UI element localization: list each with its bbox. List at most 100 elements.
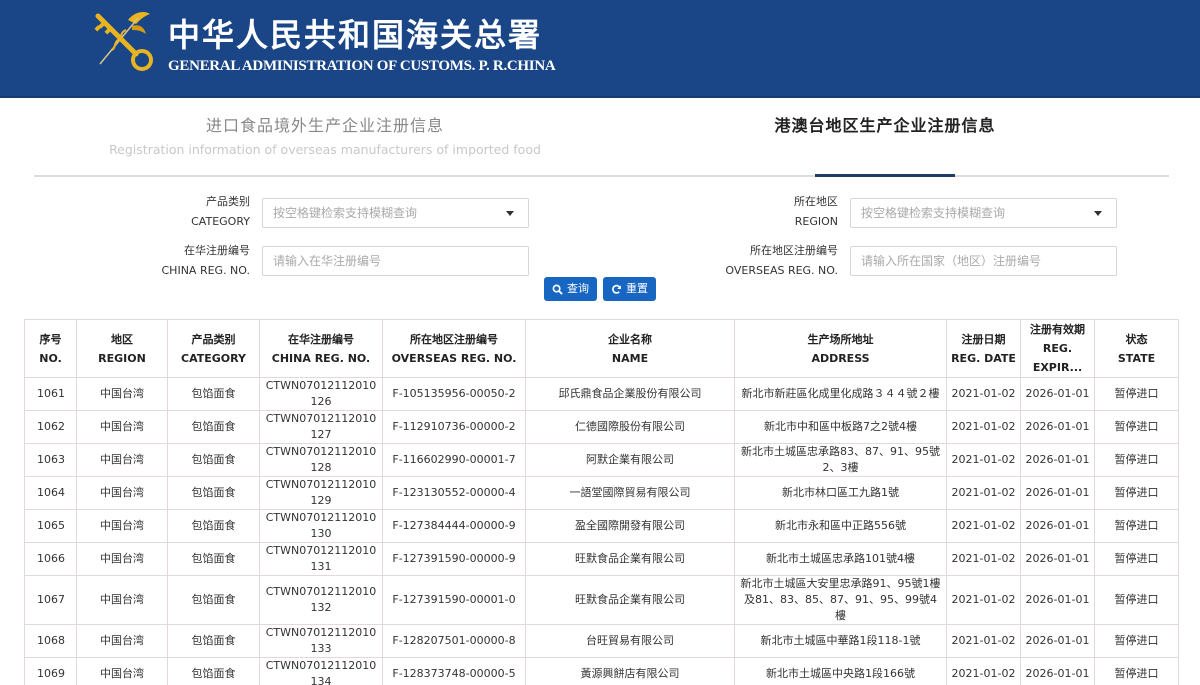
region-label: 所在地区 REGION [710,192,838,232]
cell-address: 新北市土城區忠承路83、87、91、95號2、3樓 [734,443,947,477]
cell-china-reg-no: CTWN07012112010132 [259,575,383,625]
col-address-header[interactable]: 生产场所地址 ADDRESS [734,319,947,378]
cell-address: 新北市土城區中華路1段118-1號 [734,624,947,658]
overseas-reg-no-label-cn: 所在地区注册编号 [750,244,838,257]
category-label-en: CATEGORY [191,215,250,228]
customs-key-emblem-icon [94,12,153,71]
table-row[interactable]: 1061 中国台湾 包馅面食 CTWN07012112010126 F-10513595… [24,377,1179,411]
cell-region: 中国台湾 [76,657,168,685]
table-body: 1061 中国台湾 包馅面食 CTWN07012112010126 F-10513595… [24,377,1179,685]
cell-region: 中国台湾 [76,624,168,658]
table-row[interactable]: 1066 中国台湾 包馅面食 CTWN07012112010131 F-12739159… [24,542,1179,576]
table-row[interactable]: 1069 中国台湾 包馅面食 CTWN07012112010134 F-12837374… [24,657,1179,685]
overseas-reg-no-label-en: OVERSEAS REG. NO. [725,264,838,277]
cell-region: 中国台湾 [76,542,168,576]
col-overseas-reg-no-header[interactable]: 所在地区注册编号 OVERSEAS REG. NO. [382,319,526,378]
cell-reg-expiry: 2026-01-01 [1020,657,1095,685]
tab-divider [34,175,1169,177]
region-label-en: REGION [794,215,838,228]
header-label-cn: 注册有效期 [1030,323,1085,336]
reset-button[interactable]: 重置 [603,277,656,301]
header-label-cn: 生产场所地址 [807,332,874,346]
table-row[interactable]: 1062 中国台湾 包馅面食 CTWN07012112010127 F-11291073… [24,410,1179,444]
cell-china-reg-no: CTWN07012112010126 [259,377,383,411]
header-label-cn: 所在地区注册编号 [410,332,498,346]
cell-state: 暂停进口 [1094,410,1179,444]
cell-company-name: 旺默食品企業有限公司 [525,575,735,625]
cell-state: 暂停进口 [1094,575,1179,625]
region-select[interactable]: 按空格键检索支持模糊查询 [850,198,1117,228]
col-china-reg-no-header[interactable]: 在华注册编号 CHINA REG. NO. [259,319,383,378]
table-row[interactable]: 1064 中国台湾 包馅面食 CTWN07012112010129 F-12313055… [24,476,1179,510]
header-label-cn: 企业名称 [608,332,652,346]
header-label-cn: 产品类别 [191,332,236,346]
cell-no: 1068 [24,624,77,658]
category-select[interactable]: 按空格键检索支持模糊查询 [262,198,529,228]
cell-china-reg-no: CTWN07012112010128 [259,443,383,477]
cell-reg-expiry: 2026-01-01 [1020,542,1095,576]
cell-china-reg-no: CTWN07012112010129 [259,476,383,510]
col-no-header[interactable]: 序号 NO. [24,319,77,378]
cell-overseas-reg-no: F-123130552-00000-4 [382,476,526,510]
cell-company-name: 台旺貿易有限公司 [525,624,735,658]
cell-reg-date: 2021-01-02 [946,624,1021,658]
cell-no: 1065 [24,509,77,543]
chevron-down-icon[interactable] [1094,211,1102,216]
cell-overseas-reg-no: F-112910736-00000-2 [382,410,526,444]
cell-reg-date: 2021-01-02 [946,542,1021,576]
header-label-cn: 注册日期 [961,332,1006,346]
table-row[interactable]: 1063 中国台湾 包馅面食 CTWN07012112010128 F-11660299… [24,443,1179,477]
cell-china-reg-no: CTWN07012112010133 [259,624,383,658]
col-category-header[interactable]: 产品类别 CATEGORY [167,319,260,378]
table-row[interactable]: 1065 中国台湾 包馅面食 CTWN07012112010130 F-12738444… [24,509,1179,543]
table-row[interactable]: 1068 中国台湾 包馅面食 CTWN07012112010133 F-12820750… [24,624,1179,658]
cell-reg-expiry: 2026-01-01 [1020,377,1095,411]
table-row[interactable]: 1067 中国台湾 包馅面食 CTWN07012112010132 F-12739159… [24,575,1179,625]
header-label-en: OVERSEAS REG. NO. [391,351,517,365]
cell-china-reg-no: CTWN07012112010127 [259,410,383,444]
cell-address: 新北市土城區中央路1段166號 [734,657,947,685]
col-reg-expiry-header[interactable]: 注册有效期 REG. EXPIR... [1020,319,1095,378]
tab-label-cn: 进口食品境外生产企业注册信息 [205,116,444,135]
cell-no: 1069 [24,657,77,685]
category-label-cn: 产品类别 [206,195,250,208]
col-reg-date-header[interactable]: 注册日期 REG. DATE [946,319,1021,378]
cell-address: 新北市土城區忠承路101號4樓 [734,542,947,576]
overseas-reg-no-input[interactable] [861,247,1106,275]
cell-overseas-reg-no: F-105135956-00050-2 [382,377,526,411]
category-select-placeholder: 按空格键检索支持模糊查询 [273,206,418,220]
cell-region: 中国台湾 [76,509,168,543]
cell-china-reg-no: CTWN07012112010134 [259,657,383,685]
col-region-header[interactable]: 地区 REGION [76,319,168,378]
header-label-en: REG. DATE [951,351,1016,365]
col-state-header[interactable]: 状态 STATE [1094,319,1179,378]
cell-category: 包馅面食 [167,377,260,411]
cell-address: 新北市中和區中板路7之2號4樓 [734,410,947,444]
cell-state: 暂停进口 [1094,443,1179,477]
overseas-reg-no-field[interactable] [850,246,1117,276]
header-label-en: NO. [39,351,62,365]
cell-no: 1063 [24,443,77,477]
tab-hk-macao-taiwan-manufacturers[interactable]: 港澳台地区生产企业注册信息 [740,112,1030,136]
col-name-header[interactable]: 企业名称 NAME [525,319,735,378]
refresh-icon [612,284,621,294]
tab-overseas-manufacturers[interactable]: 进口食品境外生产企业注册信息 Registration information … [80,112,570,157]
table-header-row: 序号 NO. 地区 REGION 产品类别 CATEGORY 在华注册编号 CHINA REG… [24,319,1179,378]
search-button[interactable]: 查询 [544,277,597,301]
cell-company-name: 阿默企業有限公司 [525,443,735,477]
header-label-en: REG. EXPIR... [1032,342,1083,374]
cell-company-name: 黃源興餅店有限公司 [525,657,735,685]
cell-category: 包馅面食 [167,575,260,625]
cell-region: 中国台湾 [76,410,168,444]
header-label-en: CHINA REG. NO. [271,351,371,365]
cell-company-name: 一語堂國際貿易有限公司 [525,476,735,510]
cell-address: 新北市土城區大安里忠承路91、95號1樓及81、83、85、87、91、95、9… [734,575,947,625]
cell-reg-date: 2021-01-02 [946,476,1021,510]
cell-reg-date: 2021-01-02 [946,410,1021,444]
cell-state: 暂停进口 [1094,476,1179,510]
china-reg-no-field[interactable] [262,246,529,276]
chevron-down-icon[interactable] [506,211,514,216]
cell-company-name: 邱氏鼎食品企業股份有限公司 [525,377,735,411]
china-reg-no-input[interactable] [273,247,518,275]
cell-state: 暂停进口 [1094,657,1179,685]
